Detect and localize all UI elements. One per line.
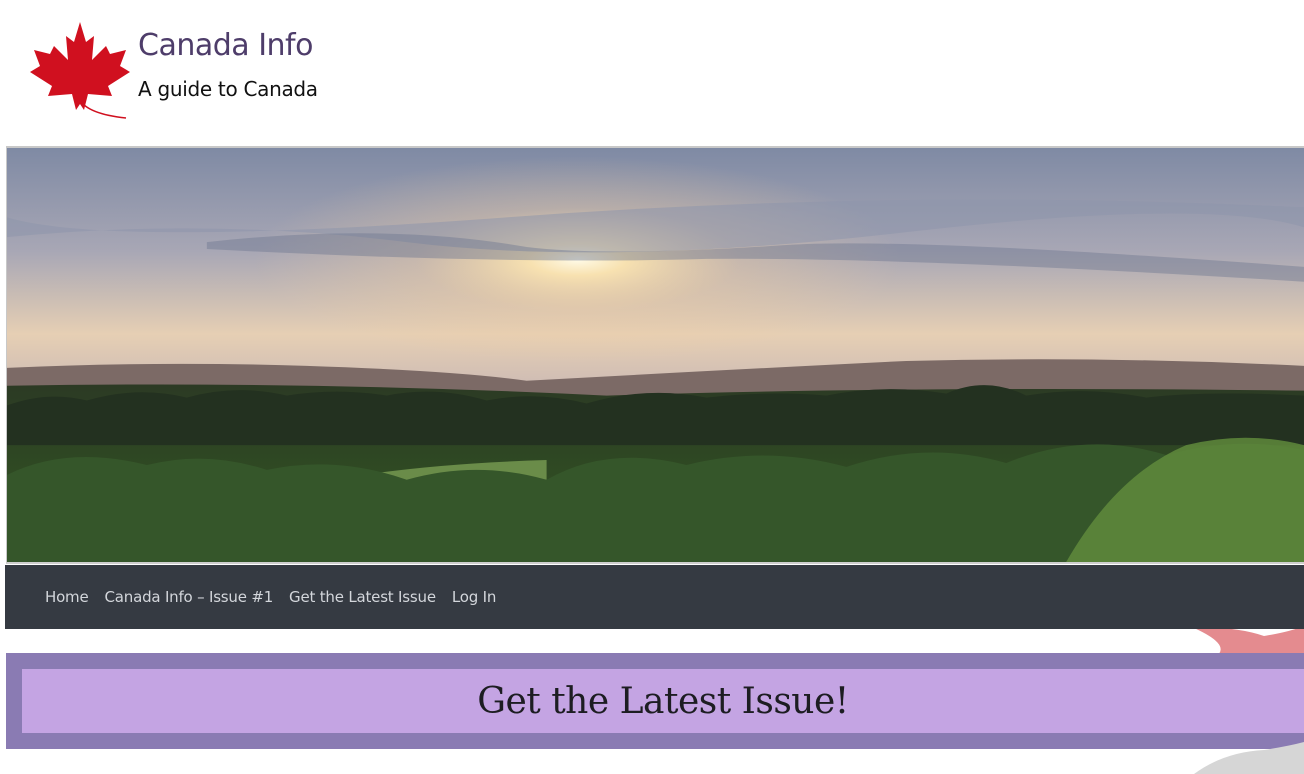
latest-issue-banner: Get the Latest Issue! <box>6 653 1304 749</box>
site-logo[interactable] <box>28 20 132 122</box>
nav-log-in[interactable]: Log In <box>452 588 496 606</box>
nav-canada-info-issue-1[interactable]: Canada Info – Issue #1 <box>105 588 274 606</box>
page: Canada Info A guide to Canada Home Canad… <box>0 0 1304 774</box>
maple-leaf-icon <box>30 22 130 119</box>
nav-home[interactable]: Home <box>45 588 89 606</box>
site-header: Canada Info A guide to Canada <box>0 0 1304 146</box>
site-tagline: A guide to Canada <box>138 77 318 101</box>
main-navigation: Home Canada Info – Issue #1 Get the Late… <box>5 565 1304 629</box>
decorative-swoosh-gray <box>1194 742 1304 774</box>
site-title[interactable]: Canada Info <box>138 28 313 63</box>
hero-image <box>6 146 1304 564</box>
latest-issue-banner-inner: Get the Latest Issue! <box>22 669 1304 733</box>
latest-issue-heading: Get the Latest Issue! <box>477 680 849 722</box>
nav-get-latest-issue[interactable]: Get the Latest Issue <box>289 588 436 606</box>
